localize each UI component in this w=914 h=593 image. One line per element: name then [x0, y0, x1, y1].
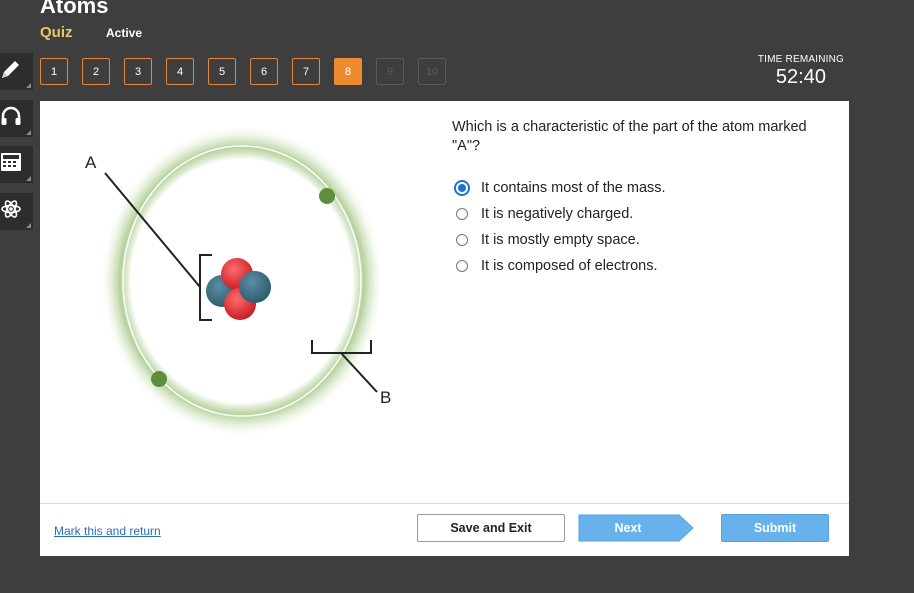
audio-tool-button[interactable] [0, 100, 33, 138]
answer-option-3[interactable]: It is mostly empty space. [454, 227, 666, 253]
question-button-10: 10 [418, 58, 446, 85]
electron [319, 188, 335, 204]
pencil-icon [0, 58, 22, 85]
reference-tool-button[interactable] [0, 193, 33, 231]
answer-option-4[interactable]: It is composed of electrons. [454, 253, 666, 279]
answer-option-2[interactable]: It is negatively charged. [454, 201, 666, 227]
pencil-tool-button[interactable] [0, 53, 33, 91]
answer-option-label: It contains most of the mass. [481, 180, 666, 196]
question-button-2[interactable]: 2 [82, 58, 110, 85]
quiz-label: Quiz [40, 24, 73, 41]
label-b: B [380, 388, 391, 407]
atom-diagram: A B [85, 125, 391, 437]
headphones-icon [0, 105, 22, 132]
page-title: Atoms [40, 0, 109, 18]
footer-bar: Mark this and return Save and Exit Next … [40, 503, 849, 556]
radio-button-selected[interactable] [454, 180, 470, 196]
question-button-8[interactable]: 8 [334, 58, 362, 85]
answer-option-label: It is mostly empty space. [481, 232, 640, 248]
next-button[interactable]: Next [578, 514, 694, 542]
answer-option-1[interactable]: It contains most of the mass. [454, 175, 666, 201]
question-button-1[interactable]: 1 [40, 58, 68, 85]
answer-option-label: It is negatively charged. [481, 206, 634, 222]
timer: TIME REMAINING 52:40 [758, 54, 844, 89]
calculator-tool-button[interactable] [0, 146, 33, 184]
next-button-label: Next [614, 521, 642, 535]
electron [151, 371, 167, 387]
timer-value: 52:40 [775, 66, 826, 88]
answer-option-label: It is composed of electrons. [481, 258, 658, 274]
question-text: Which is a characteristic of the part of… [452, 119, 807, 154]
timer-label: TIME REMAINING [757, 54, 844, 65]
radio-button[interactable] [456, 260, 468, 272]
mark-and-return-link[interactable]: Mark this and return [54, 524, 161, 538]
question-button-4[interactable]: 4 [166, 58, 194, 85]
atom-icon [0, 198, 22, 225]
question-button-9: 9 [376, 58, 404, 85]
save-and-exit-button[interactable]: Save and Exit [417, 514, 565, 542]
answer-options: It contains most of the mass. It is nega… [454, 175, 666, 279]
question-panel: A B Which is a characteristic of the par… [40, 101, 849, 556]
question-button-5[interactable]: 5 [208, 58, 236, 85]
radio-button[interactable] [456, 208, 468, 220]
question-button-7[interactable]: 7 [292, 58, 320, 85]
label-a: A [85, 153, 97, 172]
status-label: Active [106, 26, 143, 40]
submit-button[interactable]: Submit [721, 514, 829, 542]
question-nav: 1 2 3 4 5 6 7 8 9 10 [40, 58, 460, 85]
radio-button[interactable] [456, 234, 468, 246]
question-button-3[interactable]: 3 [124, 58, 152, 85]
calculator-icon [0, 151, 22, 178]
question-button-6[interactable]: 6 [250, 58, 278, 85]
